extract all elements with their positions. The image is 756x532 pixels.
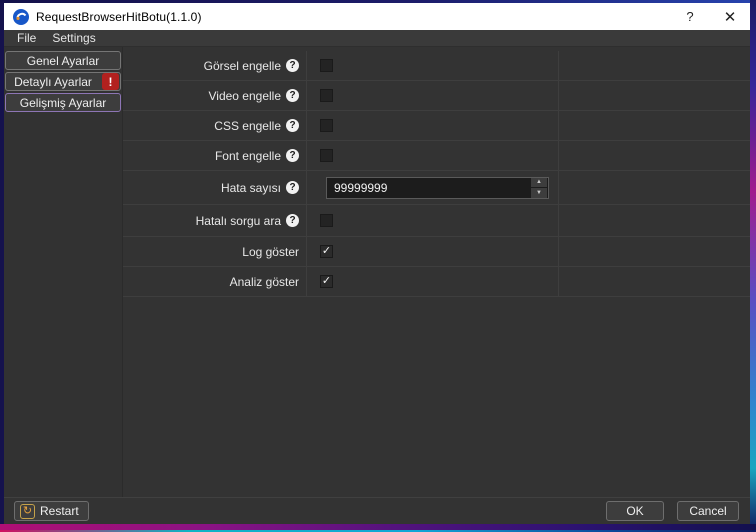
form-field-cell xyxy=(307,111,559,140)
sidebar-tab-label: Gelişmiş Ayarlar xyxy=(20,96,106,110)
ok-button[interactable]: OK xyxy=(606,501,664,521)
spinbox-arrows: ▲▼ xyxy=(531,178,547,198)
form-label: Görsel engelle xyxy=(204,59,281,73)
sidebar-tab-geli-mi-ayarlar[interactable]: Gelişmiş Ayarlar xyxy=(5,93,121,112)
refresh-icon: ↻ xyxy=(20,504,35,519)
window-close-button[interactable]: ✕ xyxy=(710,3,750,30)
form-empty-cell xyxy=(559,81,750,110)
form-label-cell: Görsel engelle? xyxy=(123,51,307,80)
help-icon[interactable]: ? xyxy=(286,59,299,72)
help-icon[interactable]: ? xyxy=(286,119,299,132)
sidebar-tab-label: Detaylı Ayarlar xyxy=(14,75,92,89)
checkbox[interactable] xyxy=(320,89,333,102)
form-empty-cell xyxy=(559,205,750,236)
form-field-cell: 99999999▲▼ xyxy=(307,171,559,204)
form-label-cell: CSS engelle? xyxy=(123,111,307,140)
form-row: Analiz göster ✓ xyxy=(123,267,750,297)
cancel-button[interactable]: Cancel xyxy=(677,501,739,521)
form-row: Hatalı sorgu ara? xyxy=(123,205,750,237)
form-empty-cell xyxy=(559,51,750,80)
form-label-cell: Analiz göster xyxy=(123,267,307,296)
titlebar[interactable]: RequestBrowserHitBotu(1.1.0) ? ✕ xyxy=(4,3,750,30)
form-field-cell xyxy=(307,81,559,110)
form-field-cell xyxy=(307,141,559,170)
form-label: Hatalı sorgu ara xyxy=(196,214,281,228)
form-empty-cell xyxy=(559,111,750,140)
desktop-edge-right xyxy=(750,0,756,532)
spinbox-input[interactable]: 99999999▲▼ xyxy=(326,177,549,199)
form-row: Font engelle? xyxy=(123,141,750,171)
window-title: RequestBrowserHitBotu(1.1.0) xyxy=(36,10,202,24)
dialog-body: Genel Ayarlar Detaylı Ayarlar! Gelişmiş Ay… xyxy=(4,47,750,497)
checkbox[interactable]: ✓ xyxy=(320,245,333,258)
checkbox[interactable] xyxy=(320,149,333,162)
form-label: Video engelle xyxy=(208,89,281,103)
form-row: Video engelle? xyxy=(123,81,750,111)
spin-down-button[interactable]: ▼ xyxy=(531,188,547,198)
menu-item-settings[interactable]: Settings xyxy=(44,30,103,46)
form-label: Log göster xyxy=(242,245,299,259)
checkbox[interactable] xyxy=(320,119,333,132)
sidebar-tab-genel-ayarlar[interactable]: Genel Ayarlar xyxy=(5,51,121,70)
form-field-cell: ✓ xyxy=(307,267,559,296)
form-area: Görsel engelle?Video engelle?CSS engelle… xyxy=(122,47,750,497)
help-icon[interactable]: ? xyxy=(286,214,299,227)
form-field-cell: ✓ xyxy=(307,237,559,266)
help-icon[interactable]: ? xyxy=(286,149,299,162)
window-help-button[interactable]: ? xyxy=(670,3,710,30)
sidebar-tab-detayl-ayarlar[interactable]: Detaylı Ayarlar! xyxy=(5,72,121,91)
form-label: CSS engelle xyxy=(214,119,281,133)
form-label: Analiz göster xyxy=(230,275,299,289)
form-empty-cell xyxy=(559,237,750,266)
form-label-cell: Hata sayısı? xyxy=(123,171,307,204)
form-row: CSS engelle? xyxy=(123,111,750,141)
spinbox-value: 99999999 xyxy=(327,181,531,195)
footer-bar: ↻ Restart OK Cancel xyxy=(4,497,750,524)
checkbox[interactable] xyxy=(320,214,333,227)
menu-item-file[interactable]: File xyxy=(9,30,44,46)
form-row: Görsel engelle? xyxy=(123,51,750,81)
form-empty-cell xyxy=(559,171,750,204)
form-label-cell: Log göster xyxy=(123,237,307,266)
sidebar: Genel Ayarlar Detaylı Ayarlar! Gelişmiş Ay… xyxy=(4,47,122,497)
form-field-cell xyxy=(307,51,559,80)
checkbox[interactable] xyxy=(320,59,333,72)
desktop-edge-bottom xyxy=(0,524,756,532)
checkbox[interactable]: ✓ xyxy=(320,275,333,288)
restart-label: Restart xyxy=(40,504,79,518)
help-icon[interactable]: ? xyxy=(286,181,299,194)
form-label: Font engelle xyxy=(215,149,281,163)
sidebar-tab-label: Genel Ayarlar xyxy=(27,54,100,68)
form-row: Log göster ✓ xyxy=(123,237,750,267)
restart-button[interactable]: ↻ Restart xyxy=(14,501,89,521)
desktop-background: RequestBrowserHitBotu(1.1.0) ? ✕ FileSet… xyxy=(0,0,756,532)
form-label: Hata sayısı xyxy=(221,181,281,195)
warning-badge: ! xyxy=(102,73,119,90)
form-label-cell: Hatalı sorgu ara? xyxy=(123,205,307,236)
menubar: FileSettings xyxy=(4,30,750,47)
form-row: Hata sayısı? 99999999▲▼ xyxy=(123,171,750,205)
help-icon[interactable]: ? xyxy=(286,89,299,102)
form-empty-cell xyxy=(559,141,750,170)
form-label-cell: Font engelle? xyxy=(123,141,307,170)
app-window: RequestBrowserHitBotu(1.1.0) ? ✕ FileSet… xyxy=(4,3,750,524)
form-empty-cell xyxy=(559,267,750,296)
spin-up-button[interactable]: ▲ xyxy=(531,178,547,188)
app-icon xyxy=(13,9,29,25)
form-label-cell: Video engelle? xyxy=(123,81,307,110)
form-field-cell xyxy=(307,205,559,236)
